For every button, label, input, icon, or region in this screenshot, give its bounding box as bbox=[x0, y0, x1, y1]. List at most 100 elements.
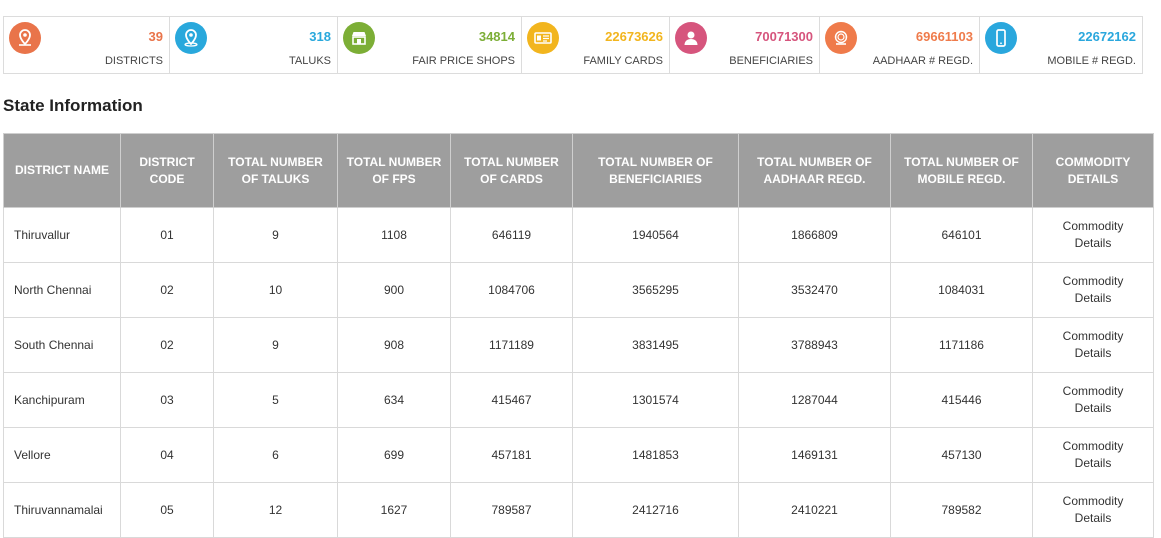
commodity-link-line2[interactable]: Details bbox=[1037, 290, 1149, 307]
commodity-details-link[interactable]: Commodity Details bbox=[1032, 372, 1154, 428]
header-total-cards[interactable]: TOTAL NUMBER OF CARDS bbox=[450, 133, 573, 208]
state-information-table: DISTRICT NAME DISTRICT CODE TOTAL NUMBER… bbox=[3, 133, 1154, 538]
beneficiaries-count: 1940564 bbox=[572, 207, 739, 263]
mobile-count: 1171186 bbox=[890, 317, 1033, 373]
commodity-details-link[interactable]: Commodity Details bbox=[1032, 482, 1154, 538]
cards-count-link[interactable]: 1084706 bbox=[450, 262, 573, 318]
commodity-details-link[interactable]: Commodity Details bbox=[1032, 317, 1154, 373]
table-row: Thiruvallur 01 9 1108 646119 1940564 1866809 64… bbox=[3, 207, 1154, 263]
commodity-details-link[interactable]: Commodity Details bbox=[1032, 207, 1154, 263]
location-pin-icon bbox=[9, 22, 41, 54]
stat-value: 39 bbox=[148, 29, 163, 44]
stats-bar: 39 DISTRICTS 318 TALUKS 34814 FAIR PRICE… bbox=[3, 16, 1143, 74]
district-code: 01 bbox=[120, 207, 214, 263]
taluk-count: 10 bbox=[213, 262, 338, 318]
aadhaar-logo-icon bbox=[825, 22, 857, 54]
district-code: 02 bbox=[120, 317, 214, 373]
district-name-link[interactable]: Thiruvannamalai bbox=[3, 482, 121, 538]
beneficiaries-count: 3831495 bbox=[572, 317, 739, 373]
beneficiaries-count: 1481853 bbox=[572, 427, 739, 483]
header-district-name[interactable]: DISTRICT NAME bbox=[3, 133, 121, 208]
mobile-count: 646101 bbox=[890, 207, 1033, 263]
district-code: 02 bbox=[120, 262, 214, 318]
district-code: 04 bbox=[120, 427, 214, 483]
aadhaar-count: 2410221 bbox=[738, 482, 891, 538]
mobile-phone-icon bbox=[985, 22, 1017, 54]
cards-count-link[interactable]: 789587 bbox=[450, 482, 573, 538]
commodity-link-line1[interactable]: Commodity bbox=[1037, 273, 1149, 290]
user-icon bbox=[675, 22, 707, 54]
stat-label: MOBILE # REGD. bbox=[1047, 55, 1136, 67]
cards-count-link[interactable]: 457181 bbox=[450, 427, 573, 483]
commodity-link-line2[interactable]: Details bbox=[1037, 235, 1149, 252]
aadhaar-count: 1287044 bbox=[738, 372, 891, 428]
header-total-mobile[interactable]: TOTAL NUMBER OF MOBILE REGD. bbox=[890, 133, 1033, 208]
fps-count: 634 bbox=[337, 372, 451, 428]
taluk-count: 12 bbox=[213, 482, 338, 538]
header-total-fps[interactable]: TOTAL NUMBER OF FPS bbox=[337, 133, 451, 208]
district-code: 05 bbox=[120, 482, 214, 538]
header-commodity-details[interactable]: COMMODITY DETAILS bbox=[1032, 133, 1154, 208]
stat-label: BENEFICIARIES bbox=[729, 55, 813, 67]
stat-family-cards: 22673626 FAMILY CARDS bbox=[522, 17, 670, 73]
stat-label: TALUKS bbox=[289, 55, 331, 67]
stat-label: FAIR PRICE SHOPS bbox=[412, 55, 515, 67]
commodity-link-line1[interactable]: Commodity bbox=[1037, 218, 1149, 235]
taluk-count: 5 bbox=[213, 372, 338, 428]
stat-value: 318 bbox=[309, 29, 331, 44]
district-name-link[interactable]: South Chennai bbox=[3, 317, 121, 373]
cards-count-link[interactable]: 646119 bbox=[450, 207, 573, 263]
district-name-link[interactable]: Vellore bbox=[3, 427, 121, 483]
table-row: North Chennai 02 10 900 1084706 3565295 353247… bbox=[3, 262, 1154, 318]
commodity-link-line1[interactable]: Commodity bbox=[1037, 493, 1149, 510]
commodity-link-line1[interactable]: Commodity bbox=[1037, 383, 1149, 400]
taluk-count: 9 bbox=[213, 207, 338, 263]
stat-value: 22672162 bbox=[1078, 29, 1136, 44]
fps-count: 1108 bbox=[337, 207, 451, 263]
district-code: 03 bbox=[120, 372, 214, 428]
commodity-link-line2[interactable]: Details bbox=[1037, 345, 1149, 362]
header-total-taluks[interactable]: TOTAL NUMBER OF TALUKS bbox=[213, 133, 338, 208]
mobile-count: 1084031 bbox=[890, 262, 1033, 318]
stat-value: 69661103 bbox=[915, 29, 973, 44]
map-marker-icon bbox=[175, 22, 207, 54]
fps-count: 699 bbox=[337, 427, 451, 483]
district-name-link[interactable]: Kanchipuram bbox=[3, 372, 121, 428]
table-row: Kanchipuram 03 5 634 415467 1301574 1287044 415… bbox=[3, 372, 1154, 428]
commodity-link-line2[interactable]: Details bbox=[1037, 510, 1149, 527]
cards-count-link[interactable]: 415467 bbox=[450, 372, 573, 428]
beneficiaries-count: 3565295 bbox=[572, 262, 739, 318]
table-header-row: DISTRICT NAME DISTRICT CODE TOTAL NUMBER… bbox=[3, 133, 1154, 208]
district-name-link[interactable]: North Chennai bbox=[3, 262, 121, 318]
stat-value: 70071300 bbox=[755, 29, 813, 44]
commodity-link-line2[interactable]: Details bbox=[1037, 455, 1149, 472]
stat-label: FAMILY CARDS bbox=[583, 55, 663, 67]
id-card-icon bbox=[527, 22, 559, 54]
fps-count: 1627 bbox=[337, 482, 451, 538]
header-total-aadhaar[interactable]: TOTAL NUMBER OF AADHAAR REGD. bbox=[738, 133, 891, 208]
fps-count: 908 bbox=[337, 317, 451, 373]
table-row: Thiruvannamalai 05 12 1627 789587 2412716 2410… bbox=[3, 482, 1154, 538]
commodity-link-line2[interactable]: Details bbox=[1037, 400, 1149, 417]
aadhaar-count: 3532470 bbox=[738, 262, 891, 318]
mobile-count: 457130 bbox=[890, 427, 1033, 483]
commodity-details-link[interactable]: Commodity Details bbox=[1032, 262, 1154, 318]
shop-icon bbox=[343, 22, 375, 54]
commodity-link-line1[interactable]: Commodity bbox=[1037, 328, 1149, 345]
beneficiaries-count: 1301574 bbox=[572, 372, 739, 428]
table-row: South Chennai 02 9 908 1171189 3831495 3788943… bbox=[3, 317, 1154, 373]
header-district-code[interactable]: DISTRICT CODE bbox=[120, 133, 214, 208]
header-total-beneficiaries[interactable]: TOTAL NUMBER OF BENEFICIARIES bbox=[572, 133, 739, 208]
beneficiaries-count: 2412716 bbox=[572, 482, 739, 538]
stat-beneficiaries: 70071300 BENEFICIARIES bbox=[670, 17, 820, 73]
fps-count: 900 bbox=[337, 262, 451, 318]
aadhaar-count: 1469131 bbox=[738, 427, 891, 483]
cards-count-link[interactable]: 1171189 bbox=[450, 317, 573, 373]
district-name-link[interactable]: Thiruvallur bbox=[3, 207, 121, 263]
commodity-link-line1[interactable]: Commodity bbox=[1037, 438, 1149, 455]
stat-label: DISTRICTS bbox=[104, 55, 163, 67]
aadhaar-count: 1866809 bbox=[738, 207, 891, 263]
stat-taluks: 318 TALUKS bbox=[170, 17, 338, 73]
commodity-details-link[interactable]: Commodity Details bbox=[1032, 427, 1154, 483]
section-title: State Information bbox=[3, 96, 143, 115]
